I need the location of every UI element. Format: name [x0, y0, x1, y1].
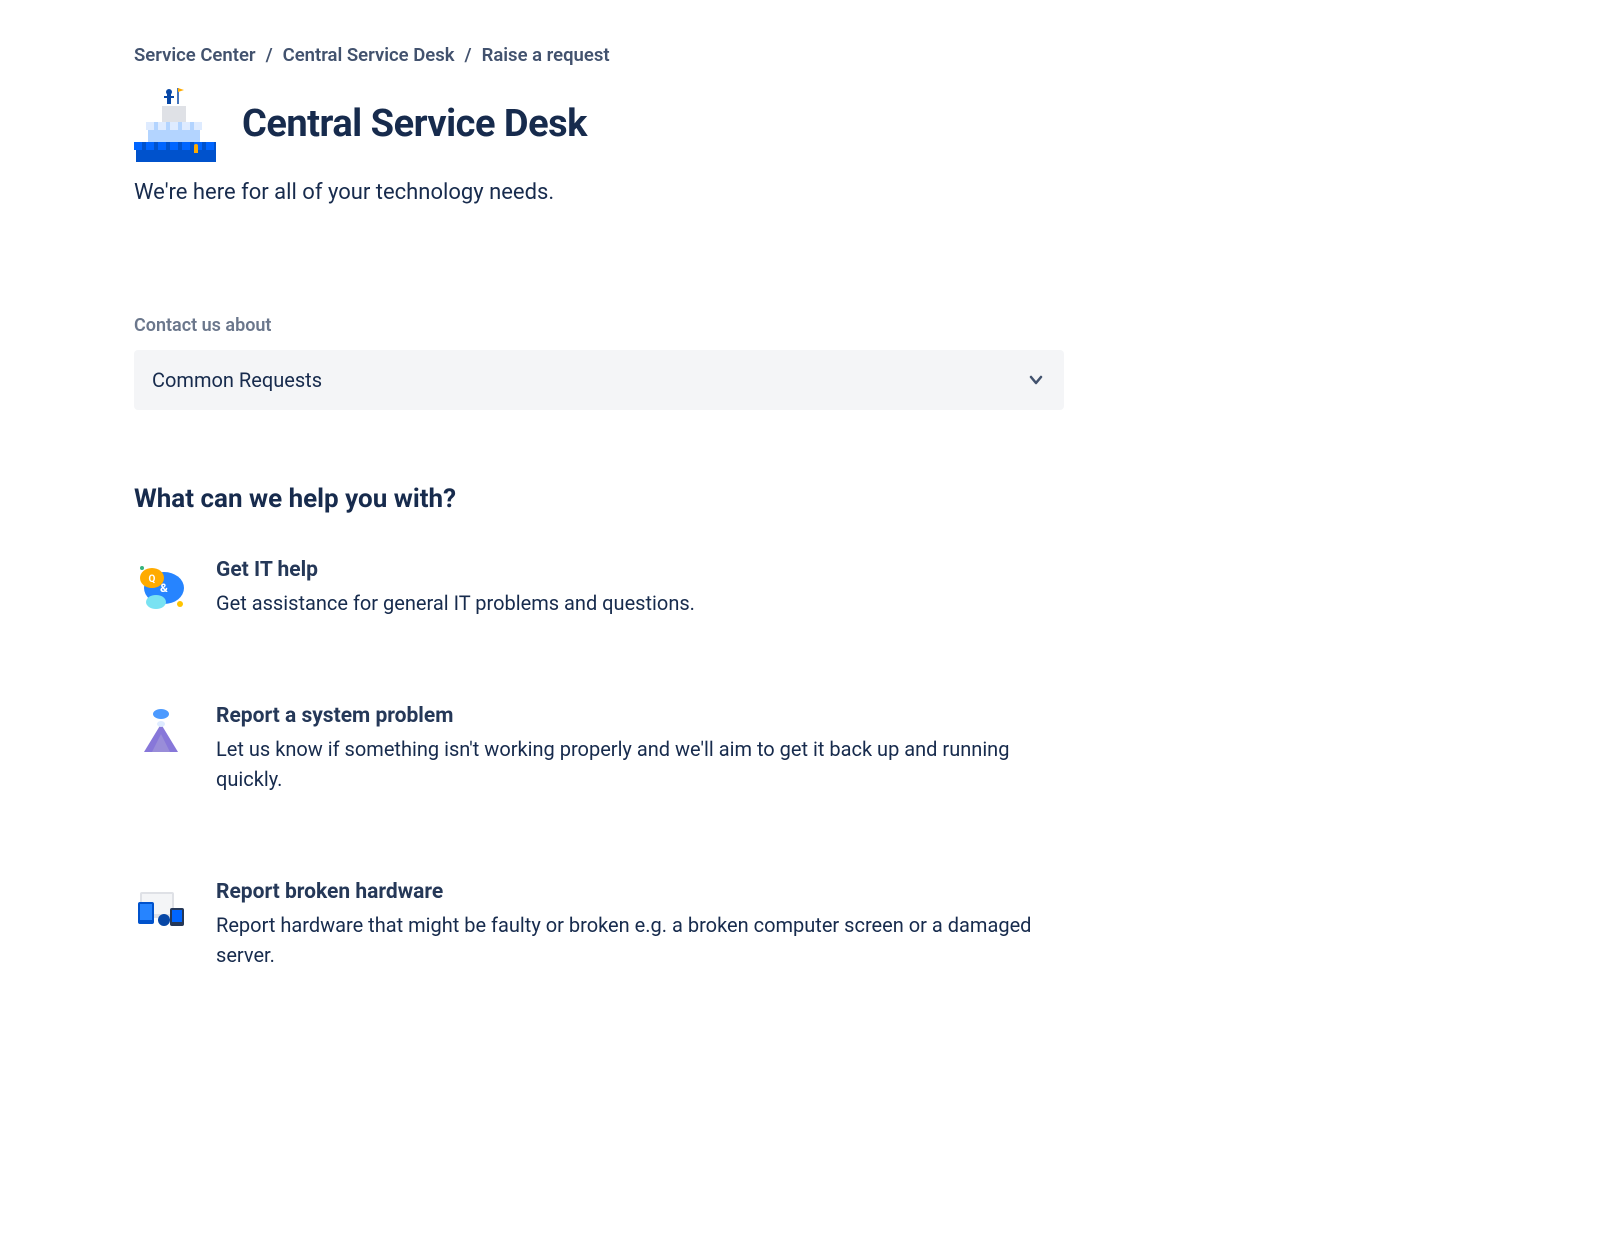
select-value: Common Requests	[152, 368, 322, 392]
page-title: Central Service Desk	[242, 102, 587, 146]
request-text: Report broken hardware Report hardware t…	[216, 880, 1064, 970]
request-item-report-system-problem[interactable]: Report a system problem Let us know if s…	[134, 704, 1064, 794]
svg-text:Q: Q	[149, 574, 156, 585]
volcano-icon	[134, 704, 188, 758]
request-item-get-it-help[interactable]: Q & Get IT help Get assistance for gener…	[134, 558, 1064, 618]
request-title: Report a system problem	[216, 704, 1064, 728]
contact-category-select[interactable]: Common Requests	[134, 350, 1064, 410]
breadcrumb-link-raise-request[interactable]: Raise a request	[482, 44, 610, 66]
request-title: Report broken hardware	[216, 880, 1064, 904]
request-text: Report a system problem Let us know if s…	[216, 704, 1064, 794]
header: Central Service Desk	[134, 86, 1464, 162]
request-description: Let us know if something isn't working p…	[216, 734, 1064, 794]
devices-icon	[134, 880, 188, 934]
breadcrumb-separator: /	[266, 44, 273, 66]
request-title: Get IT help	[216, 558, 1064, 582]
request-description: Report hardware that might be faulty or …	[216, 910, 1064, 970]
request-item-report-broken-hardware[interactable]: Report broken hardware Report hardware t…	[134, 880, 1064, 970]
request-text: Get IT help Get assistance for general I…	[216, 558, 1064, 618]
chevron-down-icon	[1026, 370, 1046, 390]
help-heading: What can we help you with?	[134, 484, 1464, 514]
chat-bubbles-icon: Q &	[134, 558, 188, 612]
tagline: We're here for all of your technology ne…	[134, 180, 1464, 205]
breadcrumb: Service Center / Central Service Desk / …	[134, 44, 1464, 66]
svg-text:&: &	[160, 581, 168, 595]
breadcrumb-link-central-service-desk[interactable]: Central Service Desk	[283, 44, 455, 66]
service-desk-logo-icon	[134, 86, 218, 162]
breadcrumb-link-service-center[interactable]: Service Center	[134, 44, 256, 66]
breadcrumb-separator: /	[465, 44, 472, 66]
request-list: Q & Get IT help Get assistance for gener…	[134, 558, 1064, 970]
request-description: Get assistance for general IT problems a…	[216, 588, 1064, 618]
contact-label: Contact us about	[134, 315, 1464, 336]
